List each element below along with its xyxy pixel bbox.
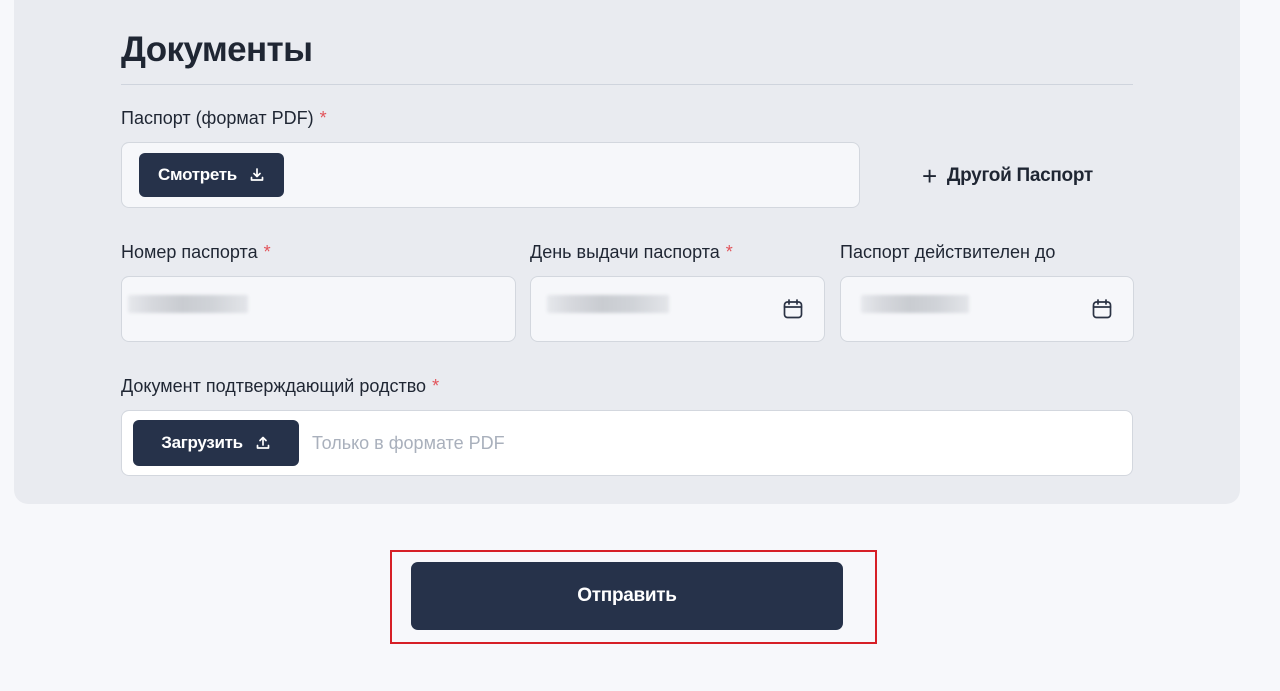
passport-label-text: Паспорт (формат PDF) — [121, 108, 314, 128]
upload-button-label: Загрузить — [161, 433, 243, 452]
redacted-value — [128, 295, 248, 313]
calendar-icon[interactable] — [1091, 298, 1113, 320]
upload-icon — [256, 436, 270, 449]
view-passport-button[interactable]: Смотреть — [139, 153, 284, 197]
plus-icon: + — [922, 161, 937, 191]
required-mark: * — [725, 242, 733, 262]
calendar-icon[interactable] — [782, 298, 804, 320]
redacted-value — [547, 295, 669, 313]
issue-date-label: День выдачи паспорта * — [530, 242, 733, 263]
add-another-passport-link[interactable]: + Другой Паспорт — [922, 163, 1093, 189]
submit-button[interactable]: Отправить — [411, 562, 843, 630]
valid-until-label: Паспорт действителен до — [840, 242, 1055, 263]
view-button-label: Смотреть — [158, 165, 237, 184]
required-mark: * — [263, 242, 271, 262]
passport-number-label-text: Номер паспорта — [121, 242, 258, 262]
upload-kinship-button[interactable]: Загрузить — [133, 420, 299, 466]
section-title: Документы — [121, 30, 313, 69]
issue-date-label-text: День выдачи паспорта — [530, 242, 720, 262]
issue-date-input[interactable] — [530, 276, 825, 342]
passport-label: Паспорт (формат PDF) * — [121, 108, 327, 129]
redacted-value — [861, 295, 969, 313]
kinship-placeholder: Только в формате PDF — [312, 433, 505, 453]
kinship-document-label: Документ подтверждающий родство * — [121, 376, 439, 397]
section-divider — [121, 84, 1133, 85]
valid-until-input[interactable] — [840, 276, 1134, 342]
valid-until-label-text: Паспорт действителен до — [840, 242, 1056, 262]
required-mark: * — [319, 108, 327, 128]
download-icon — [250, 168, 264, 181]
add-another-label: Другой Паспорт — [946, 165, 1093, 186]
kinship-document-label-text: Документ подтверждающий родство — [121, 376, 427, 396]
passport-number-label: Номер паспорта * — [121, 242, 271, 263]
passport-number-input[interactable] — [121, 276, 516, 342]
required-mark: * — [432, 376, 440, 396]
